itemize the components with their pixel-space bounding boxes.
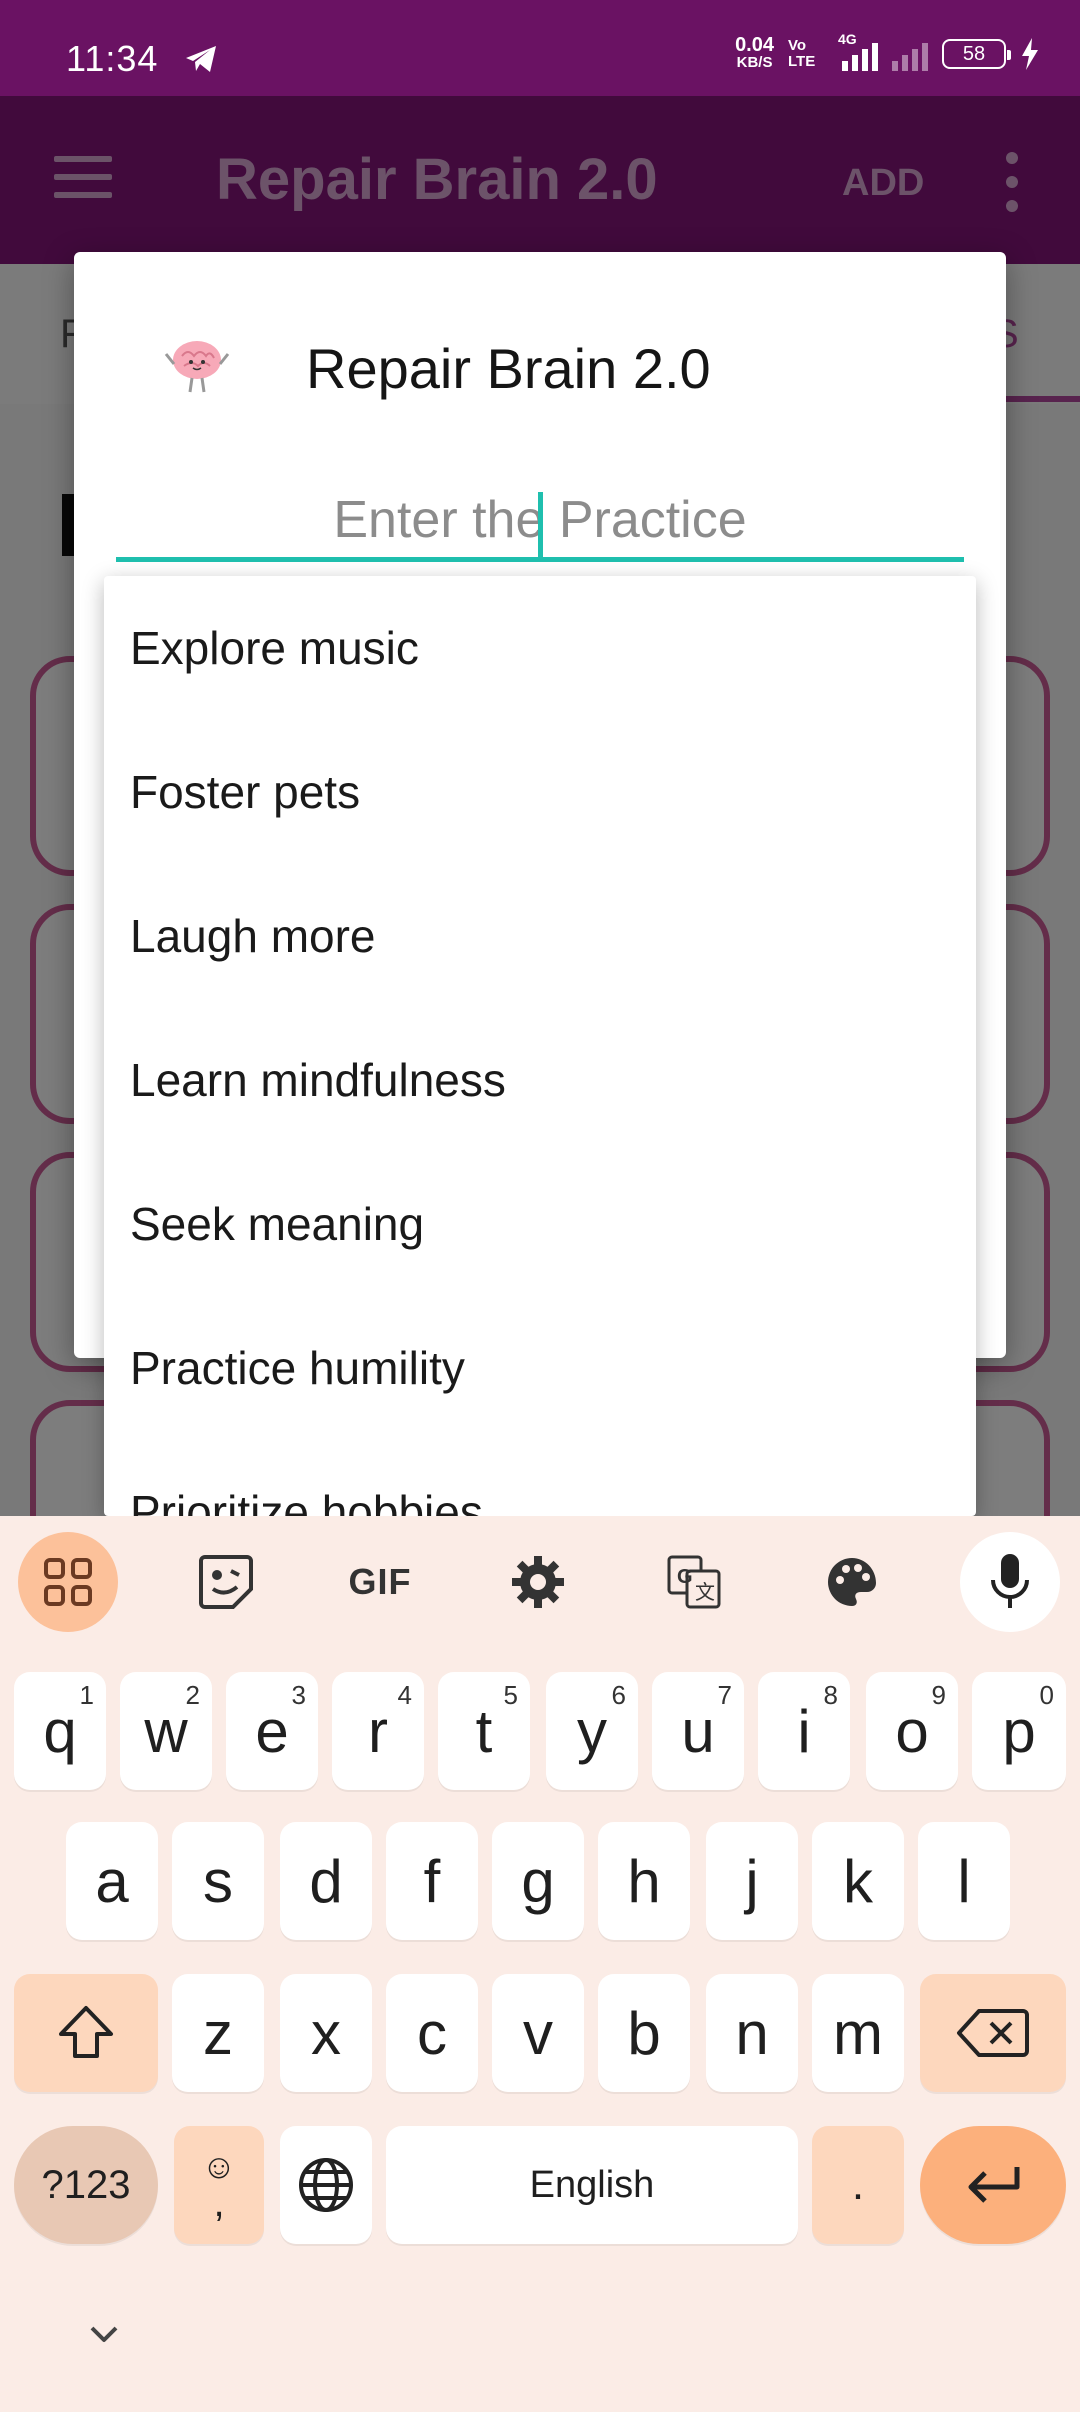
shift-key[interactable] (14, 1974, 158, 2092)
key-p[interactable]: p0 (972, 1672, 1066, 1790)
backspace-icon (957, 2009, 1029, 2057)
key-y[interactable]: y6 (546, 1672, 638, 1790)
key-s[interactable]: s (172, 1822, 264, 1940)
symbols-key[interactable]: ?123 (14, 2126, 158, 2244)
key-z[interactable]: z (172, 1974, 264, 2092)
key-g[interactable]: g (492, 1822, 584, 1940)
suggestion-item[interactable]: Seek meaning (104, 1152, 976, 1296)
period-key[interactable]: . (812, 2126, 904, 2244)
suggestion-item[interactable]: Prioritize hobbies (104, 1440, 976, 1516)
key-u[interactable]: u7 (652, 1672, 744, 1790)
suggestion-item[interactable]: Laugh more (104, 864, 976, 1008)
keyboard-toolbar: GIF G 文 (0, 1516, 1080, 1646)
hide-keyboard-icon[interactable] (84, 2318, 124, 2348)
language-key[interactable] (280, 2126, 372, 2244)
key-w[interactable]: w2 (120, 1672, 212, 1790)
enter-key[interactable] (920, 2126, 1066, 2244)
translate-icon[interactable]: G 文 (644, 1532, 744, 1632)
soft-keyboard: GIF G 文 q 1 w 2 e 3 r 4 t 5 y 6 u 7 i 8 … (0, 1516, 1080, 2412)
key-i[interactable]: i8 (758, 1672, 850, 1790)
key-t[interactable]: t5 (438, 1672, 530, 1790)
status-bar: 11:34 0.04 KB/S Vo LTE 4G 58 (0, 0, 1080, 96)
volte-icon: Vo LTE (788, 37, 816, 70)
suggestion-item[interactable]: Practice humility (104, 1296, 976, 1440)
key-h[interactable]: h (598, 1822, 690, 1940)
suggestion-item[interactable]: Explore music (104, 576, 976, 720)
key-b[interactable]: b (598, 1974, 690, 2092)
key-q[interactable]: q1 (14, 1672, 106, 1790)
suggestion-item[interactable]: Learn mindfulness (104, 1008, 976, 1152)
key-x[interactable]: x (280, 1974, 372, 2092)
status-indicators: 0.04 KB/S Vo LTE 4G 58 (735, 31, 1040, 74)
sticker-icon[interactable] (176, 1532, 276, 1632)
brain-logo-icon (164, 341, 230, 393)
suggestion-item[interactable]: Foster pets (104, 720, 976, 864)
text-cursor (538, 492, 543, 560)
enter-icon (968, 2167, 1020, 2203)
globe-icon (299, 2158, 353, 2212)
backspace-key[interactable] (920, 1974, 1066, 2092)
signal-weak-icon (892, 37, 928, 71)
battery-icon: 58 (942, 39, 1011, 69)
key-m[interactable]: m (812, 1974, 904, 2092)
net-speed: 0.04 KB/S (735, 34, 774, 71)
key-c[interactable]: c (386, 1974, 478, 2092)
signal-icon: 4G (838, 31, 878, 71)
key-d[interactable]: d (280, 1822, 372, 1940)
key-e[interactable]: e3 (226, 1672, 318, 1790)
key-a[interactable]: a (66, 1822, 158, 1940)
key-f[interactable]: f (386, 1822, 478, 1940)
suggestions-dropdown: Explore music Foster pets Laugh more Lea… (104, 576, 976, 1516)
status-time: 11:34 (66, 38, 159, 79)
key-j[interactable]: j (706, 1822, 798, 1940)
charging-icon (1022, 38, 1038, 70)
key-r[interactable]: r4 (332, 1672, 424, 1790)
apps-icon[interactable] (18, 1532, 118, 1632)
key-o[interactable]: o9 (866, 1672, 958, 1790)
key-l[interactable]: l (918, 1822, 1010, 1940)
palette-icon[interactable] (802, 1532, 902, 1632)
space-key[interactable]: English (386, 2126, 798, 2244)
svg-text:G: G (677, 1566, 693, 1588)
key-k[interactable]: k (812, 1822, 904, 1940)
dialog-title: Repair Brain 2.0 (306, 337, 711, 400)
svg-text:文: 文 (695, 1580, 715, 1604)
emoji-comma-key[interactable]: ☺ , (174, 2126, 264, 2244)
shift-icon (59, 2006, 113, 2058)
mic-icon[interactable] (960, 1532, 1060, 1632)
key-n[interactable]: n (706, 1974, 798, 2092)
telegram-icon (186, 46, 216, 72)
settings-icon[interactable] (488, 1532, 588, 1632)
gif-icon[interactable]: GIF (330, 1532, 430, 1632)
key-v[interactable]: v (492, 1974, 584, 2092)
